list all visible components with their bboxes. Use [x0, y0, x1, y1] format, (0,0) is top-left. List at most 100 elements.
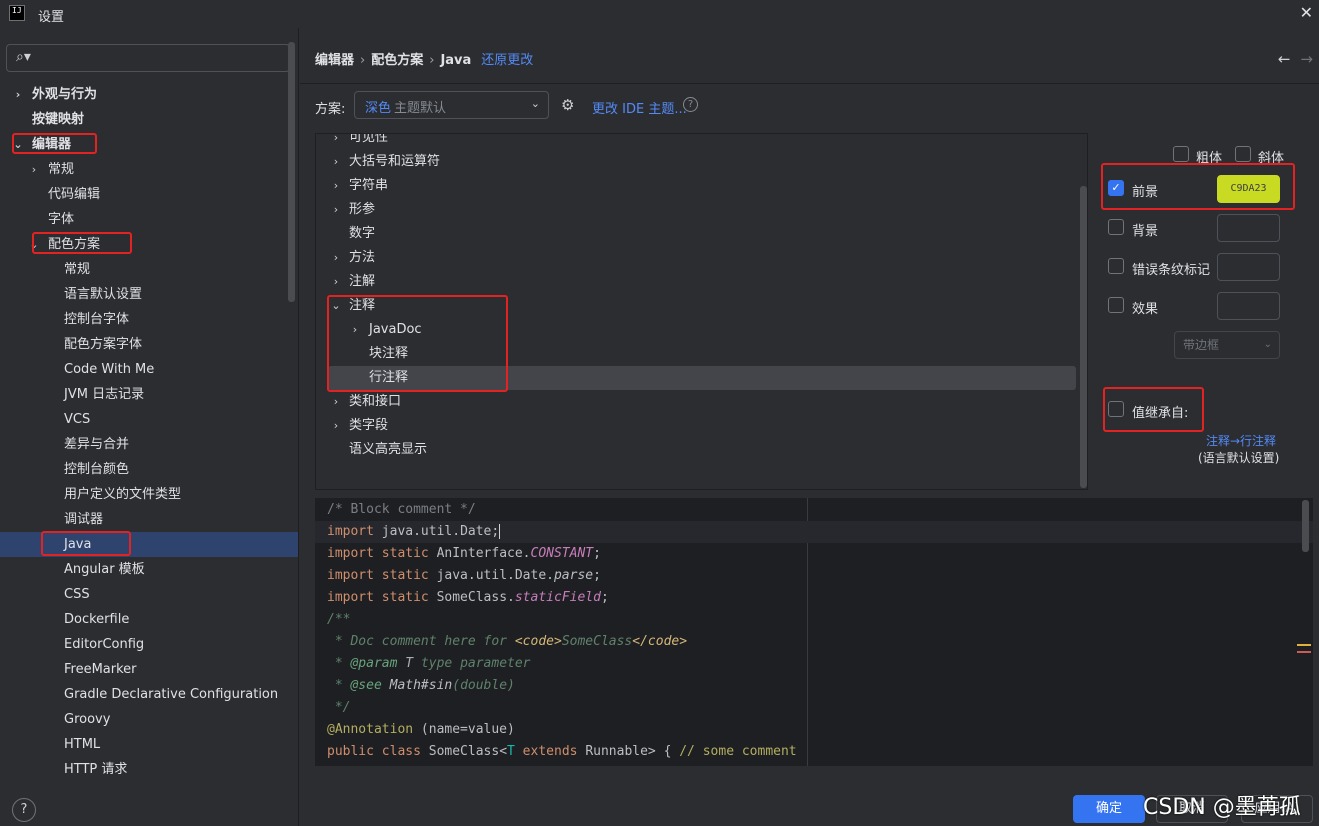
tree-item-braces-operators[interactable]: › 大括号和运算符 [316, 150, 1076, 174]
sidebar-item-html[interactable]: HTML [0, 732, 298, 757]
breadcrumb-separator-icon: › [360, 53, 366, 68]
bold-checkbox[interactable] [1173, 146, 1189, 162]
sidebar-item-editorconfig[interactable]: EditorConfig [0, 632, 298, 657]
sidebar-item-cs-general[interactable]: 常规 [0, 257, 298, 282]
sidebar-item-css[interactable]: CSS [0, 582, 298, 607]
tree-item-comments[interactable]: ⌄ 注释 [316, 294, 1076, 318]
chevron-down-icon: ⌄ [1263, 339, 1272, 350]
tree-item-methods[interactable]: › 方法 [316, 246, 1076, 270]
sidebar-item-editor[interactable]: ⌄ 编辑器 [0, 132, 298, 157]
tree-item-block-comment[interactable]: 块注释 [316, 342, 1076, 366]
chevron-right-icon[interactable]: › [330, 174, 342, 198]
error-stripe-label: 错误条纹标记 [1132, 263, 1211, 278]
tree-item-semantic-highlighting[interactable]: 语义高亮显示 [316, 438, 1076, 462]
sidebar-item-keymap[interactable]: 按键映射 [0, 107, 298, 132]
tree-item-parameters[interactable]: › 形参 [316, 198, 1076, 222]
settings-search-input[interactable]: ⌕▾ [6, 44, 290, 72]
error-stripe-checkbox[interactable] [1108, 258, 1124, 274]
tree-item-classes-interfaces[interactable]: › 类和接口 [316, 390, 1076, 414]
chevron-down-icon[interactable]: ⌄ [330, 294, 342, 318]
effects-color-swatch[interactable] [1217, 292, 1280, 320]
ok-button[interactable]: 确定 [1073, 795, 1145, 823]
help-button[interactable]: ? [12, 798, 36, 822]
tree-item-visibility[interactable]: › 可见性 [316, 134, 1076, 150]
tree-item-label: 类和接口 [349, 394, 402, 409]
sidebar-item-freemarker[interactable]: FreeMarker [0, 657, 298, 682]
inherit-checkbox[interactable] [1108, 401, 1124, 417]
tree-item-annotations[interactable]: › 注解 [316, 270, 1076, 294]
sidebar-item-language-defaults[interactable]: 语言默认设置 [0, 282, 298, 307]
tree-item-line-comment[interactable]: 行注释 [328, 366, 1076, 390]
back-arrow-icon[interactable]: ← [1278, 50, 1291, 68]
chevron-right-icon[interactable]: › [330, 198, 342, 222]
sidebar-item-label: FreeMarker [64, 662, 137, 677]
sidebar-item-user-file-types[interactable]: 用户定义的文件类型 [0, 482, 298, 507]
effect-type-select[interactable]: 带边框 ⌄ [1174, 331, 1280, 359]
tree-scrollbar[interactable] [1080, 186, 1087, 488]
sidebar-item-font[interactable]: 字体 [0, 207, 298, 232]
italic-checkbox[interactable] [1235, 146, 1251, 162]
sidebar-item-debugger[interactable]: 调试器 [0, 507, 298, 532]
sidebar-item-java[interactable]: Java [0, 532, 298, 557]
error-stripe-color-swatch[interactable] [1217, 253, 1280, 281]
sidebar-item-jvm-logging[interactable]: JVM 日志记录 [0, 382, 298, 407]
sidebar-item-label: 配色方案 [48, 237, 101, 252]
code-preview[interactable]: /* Block comment */ import java.util.Dat… [315, 498, 1313, 766]
sidebar-item-dockerfile[interactable]: Dockerfile [0, 607, 298, 632]
effects-checkbox[interactable] [1108, 297, 1124, 313]
tree-item-javadoc[interactable]: › JavaDoc [316, 318, 1076, 342]
sidebar-item-label: Gradle Declarative Configuration [64, 687, 279, 702]
tree-item-strings[interactable]: › 字符串 [316, 174, 1076, 198]
sidebar-item-diff-merge[interactable]: 差异与合并 [0, 432, 298, 457]
forward-arrow-icon[interactable]: → [1300, 50, 1313, 68]
inherit-source-link[interactable]: 注释→行注释 [1206, 432, 1276, 449]
sidebar-item-color-scheme[interactable]: ⌄ 配色方案 [0, 232, 298, 257]
sidebar-item-http-request[interactable]: HTTP 请求 [0, 757, 298, 782]
chevron-right-icon[interactable]: › [330, 150, 342, 174]
sidebar-item-vcs[interactable]: VCS [0, 407, 298, 432]
background-color-swatch[interactable] [1217, 214, 1280, 242]
chevron-right-icon[interactable]: › [330, 246, 342, 270]
sidebar-item-label: 控制台字体 [64, 312, 130, 327]
chevron-right-icon[interactable]: › [330, 414, 342, 438]
foreground-checkbox[interactable]: ✓ [1108, 180, 1124, 196]
tree-item-class-fields[interactable]: › 类字段 [316, 414, 1076, 438]
chevron-right-icon[interactable]: › [12, 82, 24, 107]
chevron-right-icon[interactable]: › [330, 134, 342, 150]
sidebar-item-console-font[interactable]: 控制台字体 [0, 307, 298, 332]
sidebar-item-code-with-me[interactable]: Code With Me [0, 357, 298, 382]
sidebar-item-label: EditorConfig [64, 637, 145, 652]
chevron-right-icon[interactable]: › [28, 157, 40, 182]
sidebar-item-angular[interactable]: Angular 模板 [0, 557, 298, 582]
sidebar-item-groovy[interactable]: Groovy [0, 707, 298, 732]
background-checkbox[interactable] [1108, 219, 1124, 235]
tree-item-label: 语义高亮显示 [349, 442, 428, 457]
sidebar-scrollbar[interactable] [288, 42, 295, 302]
intellij-logo-icon: IJ [9, 5, 25, 21]
gear-icon[interactable]: ⚙ [561, 96, 574, 114]
help-icon[interactable]: ? [683, 97, 698, 112]
chevron-right-icon[interactable]: › [330, 270, 342, 294]
sidebar-item-appearance[interactable]: › 外观与行为 [0, 82, 298, 107]
tree-item-numbers[interactable]: 数字 [316, 222, 1076, 246]
code-line: import static AnInterface.CONSTANT; [327, 546, 601, 561]
foreground-color-swatch[interactable]: C9DA23 [1217, 175, 1280, 203]
code-scrollbar[interactable] [1302, 500, 1309, 552]
restore-changes-link[interactable]: 还原更改 [481, 53, 533, 68]
sidebar-item-label: 语言默认设置 [64, 287, 143, 302]
chevron-down-icon[interactable]: ⌄ [12, 132, 24, 157]
chevron-right-icon[interactable]: › [349, 318, 361, 342]
sidebar-item-general[interactable]: › 常规 [0, 157, 298, 182]
close-icon[interactable]: ✕ [1300, 3, 1313, 22]
chevron-down-icon[interactable]: ⌄ [28, 232, 40, 257]
chevron-right-icon[interactable]: › [330, 390, 342, 414]
change-ide-theme-link[interactable]: 更改 IDE 主题... [592, 98, 687, 117]
scheme-select[interactable]: 深色 主题默认 ⌄ [354, 91, 549, 119]
sidebar-item-code-editing[interactable]: 代码编辑 [0, 182, 298, 207]
sidebar-item-label: 代码编辑 [48, 187, 101, 202]
sidebar-item-console-colors[interactable]: 控制台颜色 [0, 457, 298, 482]
sidebar-item-scheme-font[interactable]: 配色方案字体 [0, 332, 298, 357]
warning-stripe-marker[interactable] [1297, 644, 1311, 646]
error-stripe-marker[interactable] [1297, 651, 1311, 653]
sidebar-item-gradle-declarative[interactable]: Gradle Declarative Configuration [0, 682, 298, 707]
